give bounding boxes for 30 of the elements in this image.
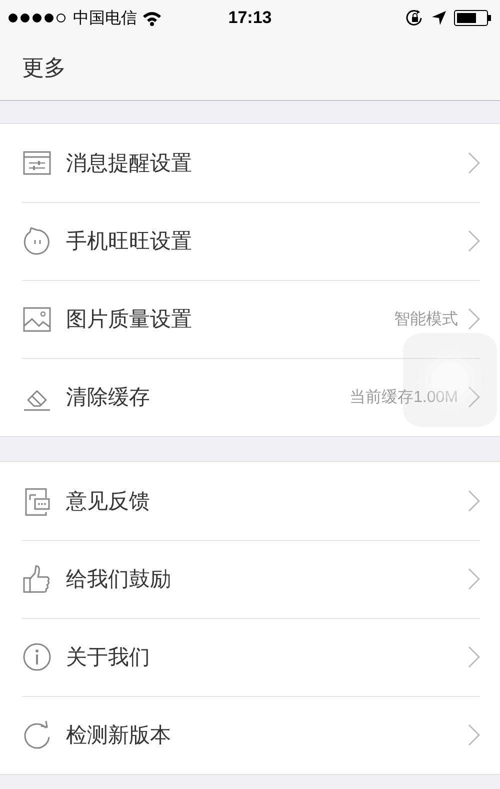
chevron-icon (468, 568, 480, 590)
thumb-icon (22, 564, 52, 594)
battery-icon (454, 10, 492, 26)
chevron-icon (468, 724, 480, 746)
clock-time: 17:13 (227, 8, 273, 28)
page-title: 更多 (22, 55, 66, 83)
menu-item[interactable]: 意见反馈 (66, 487, 468, 515)
chevron-icon (468, 490, 480, 512)
carrier-name: 中国电信 (73, 8, 137, 28)
chevron-icon (468, 152, 480, 174)
menu-item[interactable]: 检测新版本 (66, 721, 468, 749)
chevron-icon (468, 230, 480, 252)
menu-item[interactable]: 手机旺旺设置 (66, 227, 468, 255)
chevron-icon (468, 646, 480, 668)
menu-item[interactable]: 清除缓存 (66, 383, 350, 411)
info-icon (22, 642, 52, 672)
refresh-icon (22, 720, 52, 750)
chevron-icon (468, 386, 480, 408)
chat-face-icon (22, 226, 52, 256)
wifi-icon (142, 10, 162, 26)
chevron-icon (468, 308, 480, 330)
signal-icon (8, 13, 68, 23)
menu-item[interactable]: 给我们鼓励 (66, 565, 468, 593)
location-arrow-icon (432, 11, 446, 25)
rotation-lock-icon (406, 9, 424, 27)
menu-item[interactable]: 关于我们 (66, 643, 468, 671)
setting-value: 当前缓存1.00M (350, 388, 458, 408)
menu-item[interactable]: 图片质量设置 (66, 305, 394, 333)
setting-value: 智能模式 (394, 310, 458, 330)
menu-item[interactable]: 消息提醒设置 (66, 149, 468, 177)
